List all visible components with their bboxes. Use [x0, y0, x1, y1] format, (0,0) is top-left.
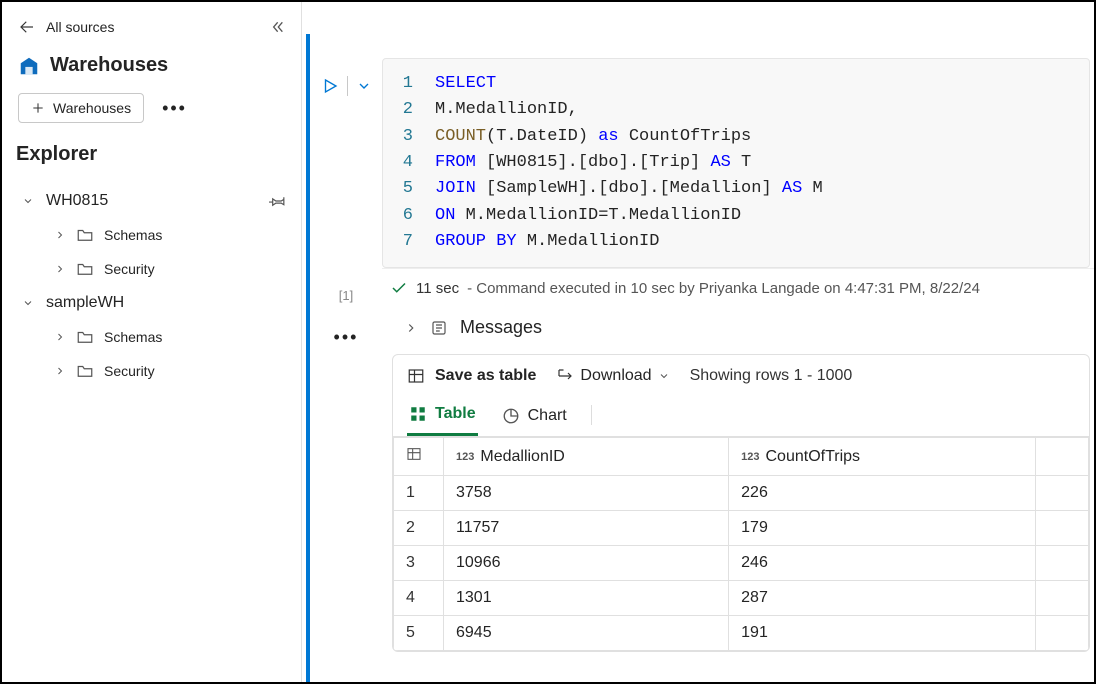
- tree-node-security[interactable]: Security: [54, 252, 293, 286]
- explorer-tree: WH0815 Schemas Security sampleWH: [10, 184, 293, 388]
- table-row[interactable]: 56945191: [394, 616, 1089, 651]
- chevron-right-icon: [54, 365, 66, 377]
- tree-child-label: Security: [104, 261, 155, 277]
- cell-more-menu[interactable]: •••: [330, 327, 363, 348]
- tab-chart[interactable]: Chart: [500, 397, 569, 436]
- messages-icon: [430, 319, 448, 337]
- tree-node-wh0815[interactable]: WH0815: [16, 184, 293, 218]
- status-text: - Command executed in 10 sec by Priyanka…: [467, 280, 980, 297]
- table-icon: [407, 367, 425, 385]
- chevron-down-icon: [22, 195, 34, 207]
- tree-child-label: Security: [104, 363, 155, 379]
- pin-icon[interactable]: [269, 192, 287, 210]
- tree-node-security[interactable]: Security: [54, 354, 293, 388]
- tab-table[interactable]: Table: [407, 397, 478, 436]
- sidebar: All sources Warehouses Warehouses ••• Ex…: [2, 2, 302, 682]
- back-label: All sources: [46, 19, 114, 35]
- save-as-table-label: Save as table: [435, 367, 536, 385]
- table-row[interactable]: 13758226: [394, 476, 1089, 511]
- tree-label: WH0815: [46, 192, 108, 210]
- cell-index: [1]: [339, 288, 353, 303]
- chevron-down-icon: [658, 370, 670, 382]
- results-panel: Save as table Download Showing rows 1 - …: [392, 354, 1090, 652]
- download-button[interactable]: Download: [556, 367, 669, 385]
- table-row[interactable]: 211757179: [394, 511, 1089, 546]
- results-table: 123MedallionID 123CountOfTrips 137582262…: [393, 437, 1089, 651]
- column-header[interactable]: 123MedallionID: [444, 438, 729, 476]
- tree-node-schemas[interactable]: Schemas: [54, 218, 293, 252]
- explorer-title: Explorer: [10, 139, 293, 170]
- table-icon: [406, 446, 422, 462]
- run-dropdown-icon[interactable]: [356, 78, 372, 94]
- download-label: Download: [580, 367, 651, 385]
- grid-icon: [409, 405, 427, 423]
- add-warehouses-button[interactable]: Warehouses: [18, 93, 144, 123]
- main-panel: [1] ••• 1SELECT2M.MedallionID,3COUNT(T.D…: [306, 34, 1094, 682]
- tree-node-schemas[interactable]: Schemas: [54, 320, 293, 354]
- folder-icon: [76, 328, 94, 346]
- folder-icon: [76, 362, 94, 380]
- status-time: 11 sec: [416, 280, 459, 297]
- tree-child-label: Schemas: [104, 227, 162, 243]
- plus-icon: [31, 101, 45, 115]
- chevron-right-icon: [404, 321, 418, 335]
- tree-label: sampleWH: [46, 294, 124, 312]
- arrow-left-icon: [18, 18, 36, 36]
- chevron-down-icon: [22, 297, 34, 309]
- table-corner[interactable]: [394, 438, 444, 476]
- folder-icon: [76, 260, 94, 278]
- section-title: Warehouses: [50, 54, 168, 77]
- chevron-right-icon: [54, 263, 66, 275]
- messages-label: Messages: [460, 317, 542, 338]
- sql-editor[interactable]: 1SELECT2M.MedallionID,3COUNT(T.DateID) a…: [382, 58, 1090, 268]
- status-bar: 11 sec - Command executed in 10 sec by P…: [382, 268, 1094, 303]
- tree-child-label: Schemas: [104, 329, 162, 345]
- folder-icon: [76, 226, 94, 244]
- chart-icon: [502, 407, 520, 425]
- run-icon[interactable]: [321, 77, 339, 95]
- chevron-right-icon: [54, 331, 66, 343]
- tab-chart-label: Chart: [528, 407, 567, 425]
- tab-table-label: Table: [435, 405, 476, 423]
- column-spacer: [1035, 438, 1088, 476]
- download-icon: [556, 367, 574, 385]
- messages-toggle[interactable]: Messages: [382, 303, 1094, 348]
- back-all-sources[interactable]: All sources: [18, 18, 114, 36]
- check-icon: [390, 279, 408, 297]
- table-row[interactable]: 310966246: [394, 546, 1089, 581]
- column-header[interactable]: 123CountOfTrips: [729, 438, 1036, 476]
- showing-rows-label: Showing rows 1 - 1000: [690, 367, 853, 385]
- save-as-table-button[interactable]: Save as table: [407, 367, 536, 385]
- warehouse-icon: [18, 55, 40, 77]
- more-menu[interactable]: •••: [158, 98, 191, 119]
- collapse-icon[interactable]: [269, 19, 285, 35]
- add-warehouses-label: Warehouses: [53, 100, 131, 116]
- chevron-right-icon: [54, 229, 66, 241]
- table-row[interactable]: 41301287: [394, 581, 1089, 616]
- tree-node-samplewh[interactable]: sampleWH: [16, 286, 293, 320]
